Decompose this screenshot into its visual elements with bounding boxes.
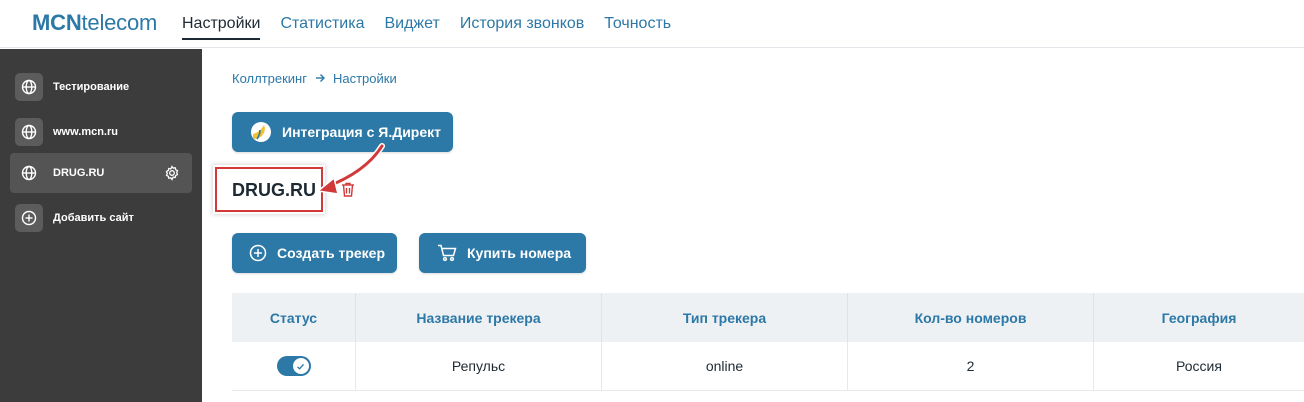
column-header-geo[interactable]: География	[1094, 293, 1304, 342]
cart-icon	[437, 244, 457, 262]
sidebar-item-label: DRUG.RU	[53, 167, 105, 179]
column-header-type[interactable]: Тип трекера	[602, 293, 848, 342]
arrow-right-icon	[315, 71, 325, 86]
breadcrumb-root[interactable]: Коллтрекинг	[232, 71, 307, 86]
buy-numbers-button[interactable]: Купить номера	[419, 233, 586, 273]
globe-icon	[15, 118, 43, 146]
sidebar-item-add-site[interactable]: Добавить сайт	[10, 198, 192, 238]
sidebar: Тестирование www.mcn.ru DRUG.RU Добавить…	[0, 49, 202, 402]
column-header-count[interactable]: Кол-во номеров	[848, 293, 1094, 342]
globe-icon	[15, 159, 43, 187]
check-icon	[292, 358, 309, 374]
geography-cell: Россия	[1176, 358, 1222, 374]
plus-circle-icon	[249, 244, 267, 262]
buy-numbers-label: Купить номера	[467, 245, 572, 261]
top-bar: MCNtelecom Настройки Статистика Виджет И…	[0, 0, 1304, 48]
trash-icon[interactable]	[341, 182, 355, 197]
create-tracker-label: Создать трекер	[277, 245, 386, 261]
sidebar-item-label: www.mcn.ru	[53, 126, 118, 138]
tracker-name-cell: Репульс	[356, 342, 602, 390]
nav-statistics[interactable]: Статистика	[280, 15, 364, 40]
sidebar-item-mcn[interactable]: www.mcn.ru	[10, 112, 192, 152]
column-header-name[interactable]: Название трекера	[356, 293, 602, 342]
create-tracker-button[interactable]: Создать трекер	[232, 233, 397, 273]
logo[interactable]: MCNtelecom	[32, 10, 157, 36]
plus-circle-icon	[15, 204, 43, 232]
numbers-count-cell: 2	[848, 342, 1094, 390]
gear-icon[interactable]	[164, 165, 180, 181]
status-cell	[232, 342, 356, 390]
sidebar-item-label: Тестирование	[53, 81, 130, 93]
yandex-direct-integration-label: Интеграция с Я.Директ	[282, 124, 442, 140]
main-nav: Настройки Статистика Виджет История звон…	[182, 15, 691, 40]
nav-call-history[interactable]: История звонков	[460, 15, 584, 40]
nav-settings[interactable]: Настройки	[182, 15, 261, 40]
nav-accuracy[interactable]: Точность	[604, 15, 671, 40]
column-header-status[interactable]: Статус	[232, 293, 356, 342]
breadcrumb: Коллтрекинг Настройки	[232, 71, 397, 86]
table-row[interactable]: Репульс online 2 Россия	[232, 342, 1304, 391]
globe-icon	[15, 73, 43, 101]
site-title: DRUG.RU	[232, 180, 316, 200]
nav-widget[interactable]: Виджет	[384, 15, 439, 40]
sidebar-item-label: Добавить сайт	[53, 212, 134, 224]
trackers-table: Статус Название трекера Тип трекера Кол-…	[232, 293, 1304, 391]
status-toggle[interactable]	[276, 356, 311, 376]
tracker-type-cell: online	[602, 342, 848, 390]
sidebar-item-drug[interactable]: DRUG.RU	[10, 153, 192, 193]
sidebar-item-testing[interactable]: Тестирование	[10, 67, 192, 107]
table-header: Статус Название трекера Тип трекера Кол-…	[232, 293, 1304, 342]
breadcrumb-current: Настройки	[332, 71, 397, 86]
yandex-direct-logo-icon	[250, 121, 272, 143]
